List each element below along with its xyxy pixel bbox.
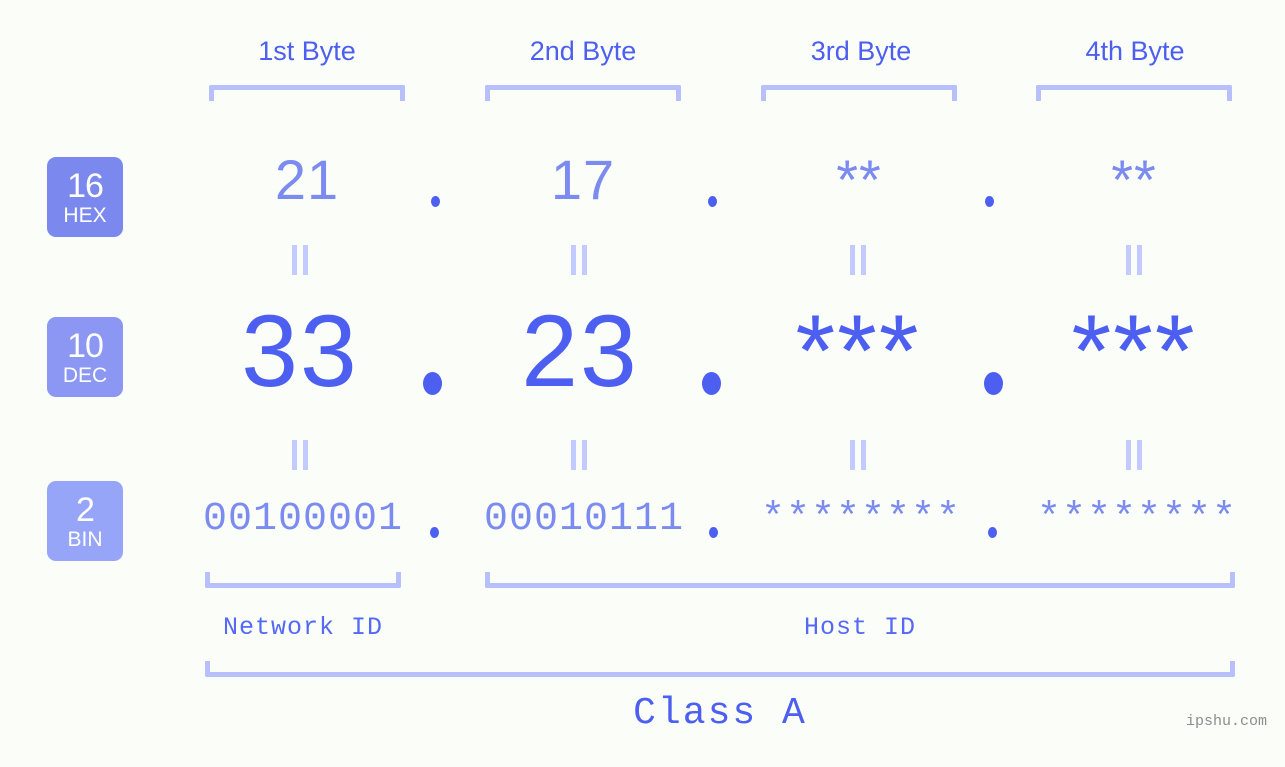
class-label: Class A: [633, 692, 807, 735]
byte-bracket-4: [1036, 85, 1232, 101]
equals-connector-hex-dec-2: [571, 245, 588, 275]
base-badge-dec-name: DEC: [62, 363, 108, 387]
dec-separator-3: [984, 372, 1003, 395]
bin-octet-1: 00100001: [203, 497, 404, 542]
bin-separator-1: [430, 527, 439, 538]
byte-header-2: 2nd Byte: [529, 36, 637, 66]
byte-header-1: 1st Byte: [258, 36, 356, 66]
network-id-bracket: [205, 572, 401, 588]
site-watermark: ipshu.com: [1186, 713, 1268, 730]
byte-bracket-2: [485, 85, 681, 101]
bin-octet-4: ********: [1037, 497, 1238, 542]
equals-connector-dec-bin-1: [292, 440, 309, 470]
equals-connector-hex-dec-3: [850, 245, 867, 275]
hex-octet-4: **: [1111, 148, 1157, 211]
hex-separator-2: [708, 196, 717, 207]
ip-address-breakdown-diagram: 1st Byte 2nd Byte 3rd Byte 4th Byte 16 H…: [0, 0, 1285, 767]
dec-octet-1: 33: [241, 294, 359, 408]
base-badge-bin-number: 2: [76, 490, 95, 529]
dec-octet-3: ***: [795, 294, 921, 408]
byte-header-3: 3rd Byte: [810, 36, 912, 66]
equals-connector-hex-dec-1: [292, 245, 309, 275]
equals-connector-dec-bin-3: [850, 440, 867, 470]
base-badge-dec-number: 10: [67, 326, 104, 365]
bin-octet-3: ********: [761, 497, 962, 542]
network-id-label: Network ID: [222, 613, 384, 642]
base-badge-hex-number: 16: [67, 166, 104, 205]
hex-octet-3: **: [836, 148, 882, 211]
dec-octet-4: ***: [1071, 294, 1197, 408]
equals-connector-dec-bin-2: [571, 440, 588, 470]
bin-separator-3: [988, 527, 997, 538]
base-badge-bin-name: BIN: [67, 527, 103, 551]
class-bracket: [205, 661, 1235, 677]
host-id-label: Host ID: [803, 613, 917, 642]
base-badge-bin[interactable]: 2 BIN: [47, 481, 123, 561]
base-badge-dec[interactable]: 10 DEC: [47, 317, 123, 397]
base-badge-hex[interactable]: 16 HEX: [47, 157, 123, 237]
dec-separator-2: [702, 372, 721, 395]
base-badge-hex-name: HEX: [63, 203, 107, 227]
bin-separator-2: [709, 527, 718, 538]
hex-octet-1: 21: [274, 148, 340, 211]
equals-connector-dec-bin-4: [1126, 440, 1143, 470]
dec-octet-2: 23: [521, 294, 639, 408]
dec-separator-1: [423, 372, 442, 395]
byte-header-4: 4th Byte: [1085, 36, 1185, 66]
hex-separator-1: [431, 196, 440, 207]
byte-bracket-1: [209, 85, 405, 101]
hex-octet-2: 17: [550, 148, 616, 211]
host-id-bracket: [485, 572, 1235, 588]
byte-bracket-3: [761, 85, 957, 101]
hex-separator-3: [985, 196, 994, 207]
bin-octet-2: 00010111: [484, 497, 685, 542]
equals-connector-hex-dec-4: [1126, 245, 1143, 275]
